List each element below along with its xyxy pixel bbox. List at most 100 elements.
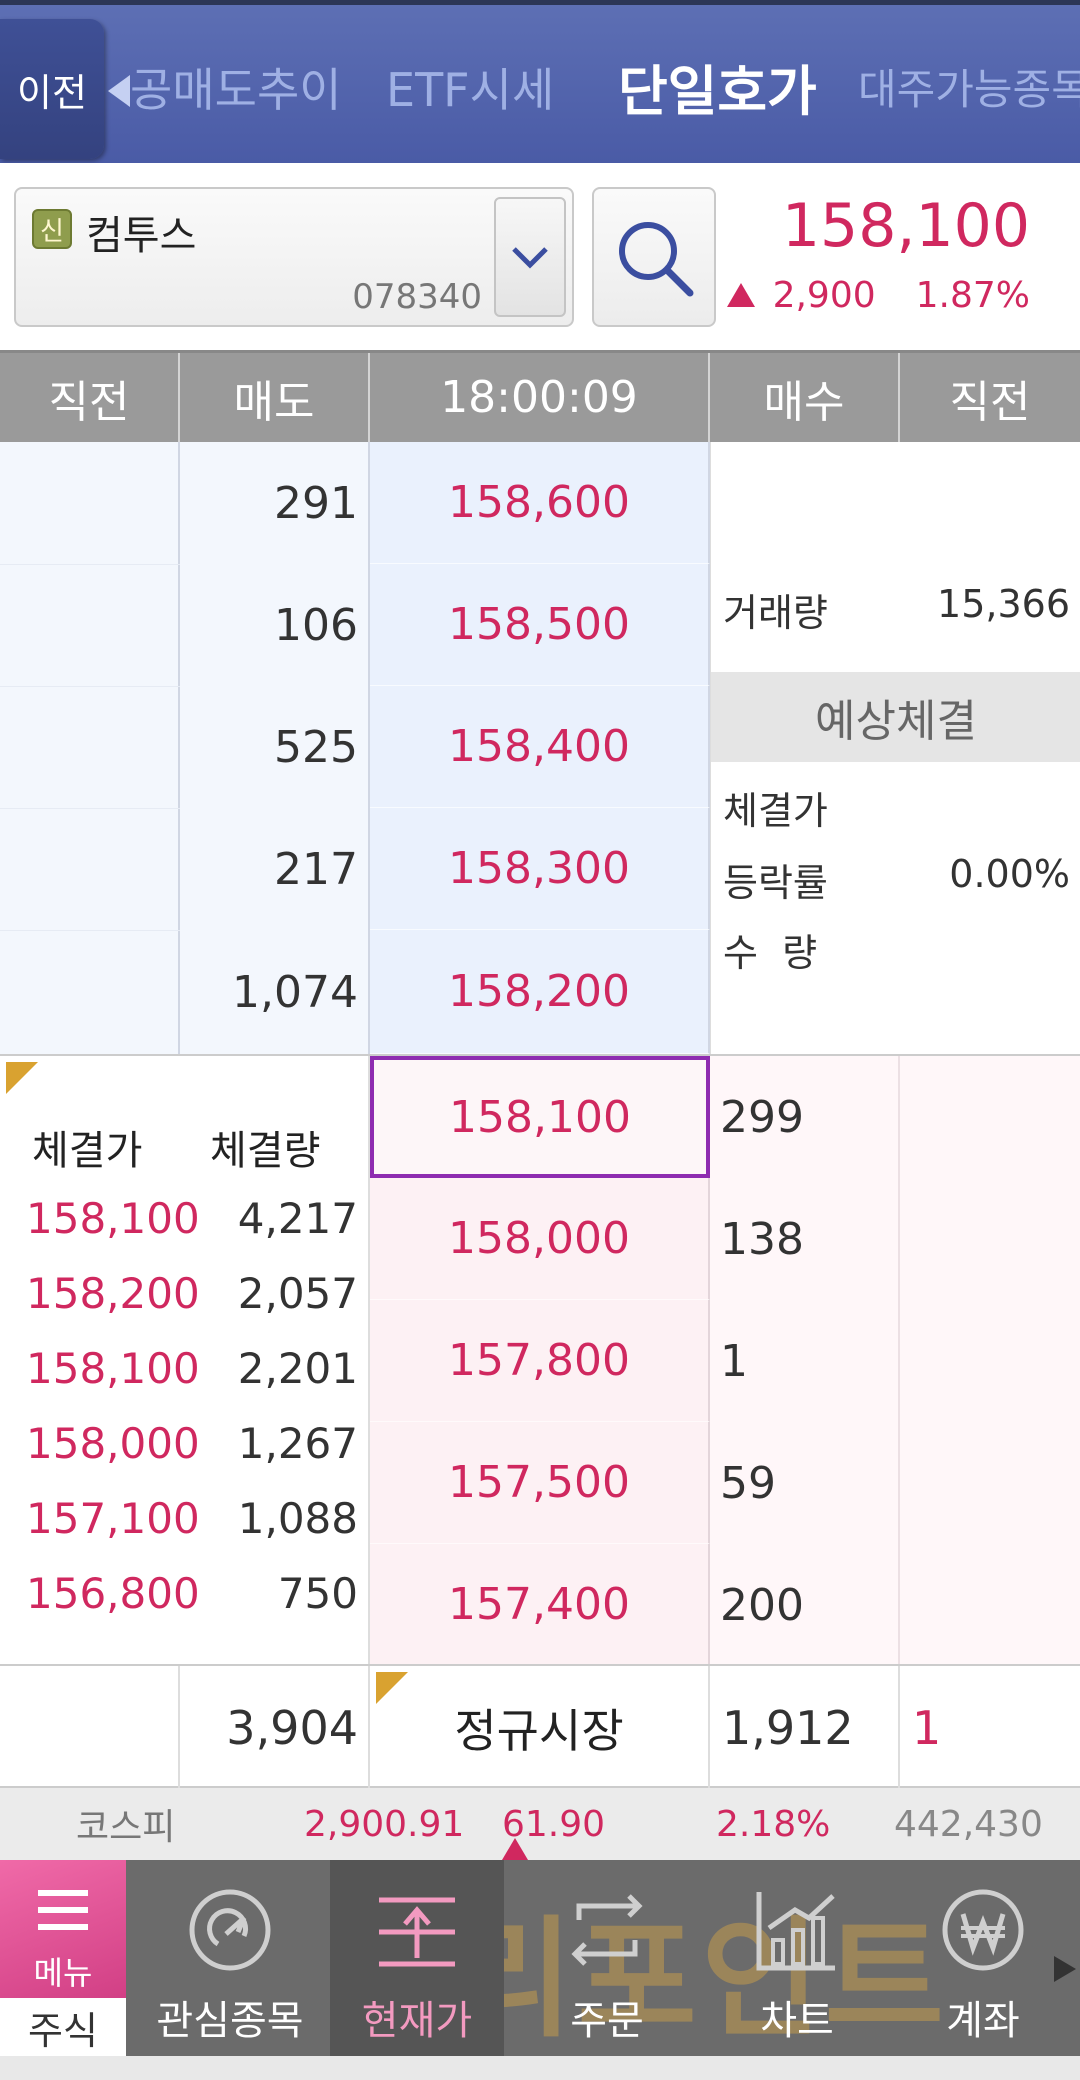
credit-badge: 신: [32, 209, 72, 249]
chart-icon: [756, 1892, 835, 1971]
index-ticker[interactable]: 코스피 2,900.91 61.90 2.18% 442,430: [0, 1788, 1080, 1860]
recent-trades-panel: 체결가 체결량 158,100 4,217 158,200 2,057 158,…: [0, 1056, 370, 1666]
nav-account[interactable]: 계좌: [896, 1860, 1070, 2056]
orderbook-header: 직전 매도 18:00:09 매수 직전: [0, 350, 1080, 442]
index-change-pct: 2.18%: [716, 1803, 831, 1845]
trade-price: 158,100: [26, 1344, 200, 1393]
bid-qty: 59: [710, 1422, 900, 1544]
current-price: 158,100: [781, 191, 1030, 261]
nav-current-price-label: 현재가: [361, 1998, 473, 2044]
hamburger-icon: [38, 1890, 88, 1930]
ask-total: 3,904: [180, 1666, 370, 1790]
ask-price[interactable]: 158,200: [370, 930, 710, 1054]
totals-empty: [0, 1666, 180, 1790]
expected-execution-title: 예상체결: [711, 672, 1080, 762]
ask-price[interactable]: 158,500: [370, 564, 710, 686]
ask-price[interactable]: 158,300: [370, 808, 710, 930]
nav-watchlist[interactable]: 관심종목: [140, 1860, 320, 2056]
stock-name: 컴투스: [86, 213, 197, 259]
bid-prev-total: 1: [912, 1701, 942, 1755]
nav-order[interactable]: 주문: [520, 1860, 694, 2056]
watchlist-icon: [189, 1889, 271, 1971]
volume-label: 거래량: [723, 591, 828, 635]
nav-next-arrow-icon[interactable]: [1052, 1954, 1078, 1984]
exec-price-row: 체결가: [723, 780, 1070, 835]
trade-price: 157,100: [26, 1494, 200, 1543]
up-arrow-icon: [726, 283, 755, 307]
search-icon: [619, 222, 694, 297]
header-ask: 매도: [180, 353, 370, 442]
ask-side: 291 106 525 217 1,074 158,600 158,500 15…: [0, 442, 1080, 1054]
current-bid-price[interactable]: 158,100: [370, 1056, 710, 1178]
ask-qty: 217: [180, 808, 370, 930]
bid-price[interactable]: 157,800: [370, 1300, 710, 1422]
volume-value: 15,366: [937, 582, 1070, 626]
chevron-down-icon: [512, 247, 548, 269]
stock-selector[interactable]: 신 컴투스 078340: [14, 187, 574, 327]
nav-chart-label: 차트: [760, 1998, 834, 2044]
won-coin-icon: [942, 1889, 1024, 1971]
nav-account-label: 계좌: [946, 1998, 1020, 2044]
nav-current-price[interactable]: 현재가: [330, 1860, 504, 2056]
ask-prev-column: [0, 442, 180, 1054]
trade-volume: 2,201: [237, 1344, 358, 1393]
volume-row: 거래량 15,366: [723, 582, 1070, 637]
nav-chart[interactable]: 차트: [710, 1860, 884, 2056]
index-volume: 442,430: [894, 1803, 1043, 1845]
exec-qty-row: 수 량: [723, 922, 1070, 977]
stock-header: 신 컴투스 078340 158,100 2,900 1.87%: [0, 163, 1080, 350]
index-change-value: 61.90: [502, 1803, 606, 1845]
system-bottom-strip: [0, 2056, 1080, 2080]
ask-qty: 525: [180, 686, 370, 808]
bid-total: 1,912: [710, 1666, 900, 1790]
stock-dropdown-button[interactable]: [494, 197, 566, 317]
bid-price[interactable]: 158,000: [370, 1178, 710, 1300]
nav-watchlist-label: 관심종목: [156, 1998, 304, 2044]
tab-short-selling[interactable]: 공매도추이: [130, 5, 342, 168]
menu-label: 메뉴: [33, 1954, 93, 1992]
trade-volume: 1,267: [237, 1419, 358, 1468]
session-cell: 정규시장: [370, 1666, 710, 1790]
top-tab-bar: 이전 공매도추이 ETF시세 단일호가 대주가능종목: [0, 0, 1080, 163]
back-button[interactable]: 이전: [0, 19, 104, 159]
ask-qty: 291: [180, 442, 370, 564]
trade-price: 158,100: [26, 1194, 200, 1243]
ask-price[interactable]: 158,600: [370, 442, 710, 564]
index-value: 2,900.91: [304, 1803, 465, 1845]
search-button[interactable]: [592, 187, 716, 327]
trade-volume-header: 체결량: [210, 1128, 321, 1174]
bid-qty: 200: [710, 1544, 900, 1666]
tab-single-quote[interactable]: 단일호가: [618, 5, 817, 168]
change-amount: 2,900: [772, 275, 876, 316]
header-prev-bid: 직전: [949, 376, 1031, 428]
bid-price[interactable]: 157,500: [370, 1422, 710, 1544]
trade-volume: 1,088: [237, 1494, 358, 1543]
nav-order-label: 주문: [570, 1998, 644, 2044]
index-name: 코스피: [76, 1807, 176, 1848]
price-change: 2,900 1.87%: [726, 275, 1030, 316]
exec-qty-label: 수 량: [723, 931, 818, 975]
ask-qty: 106: [180, 564, 370, 686]
ask-qty: 1,074: [180, 930, 370, 1054]
change-percent: 1.87%: [915, 275, 1030, 316]
tab-lendable-stocks[interactable]: 대주가능종목: [858, 5, 1080, 168]
trade-price: 158,000: [26, 1419, 200, 1468]
trade-price-header: 체결가: [32, 1128, 143, 1174]
stock-code: 078340: [352, 277, 482, 317]
trade-volume: 750: [277, 1569, 358, 1618]
trade-volume: 4,217: [237, 1194, 358, 1243]
tab-etf-quotes[interactable]: ETF시세: [386, 5, 554, 168]
market-session: 정규시장: [454, 1704, 624, 1758]
bid-qty: 138: [710, 1178, 900, 1300]
menu-button[interactable]: 메뉴 주식: [0, 1860, 126, 2056]
header-prev-ask: 직전: [0, 353, 180, 442]
ask-price[interactable]: 158,400: [370, 686, 710, 808]
header-bid: 매수: [710, 353, 900, 442]
rate-label: 등락률: [723, 861, 828, 905]
bid-price[interactable]: 157,400: [370, 1544, 710, 1666]
rate-row: 등락률 0.00%: [723, 852, 1070, 907]
trade-price: 156,800: [26, 1569, 200, 1618]
tab-scroll-left-icon[interactable]: [108, 75, 130, 107]
corner-marker-icon: [6, 1062, 38, 1094]
trade-volume: 2,057: [237, 1269, 358, 1318]
